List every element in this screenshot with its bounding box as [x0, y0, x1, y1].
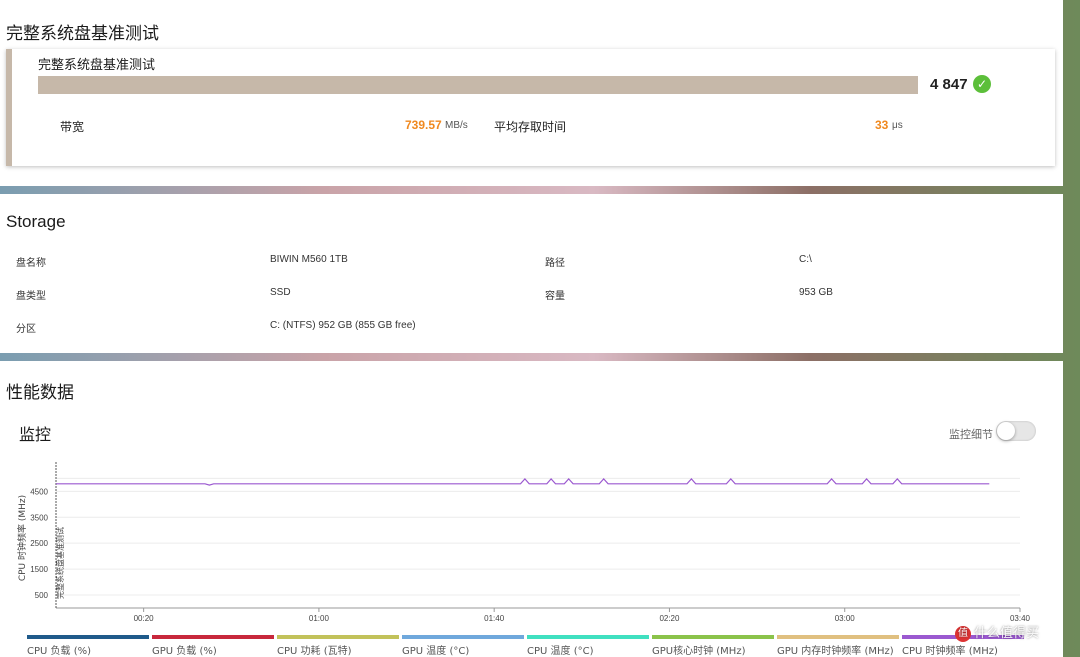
- storage-panel: Storage 盘名称 BIWIN M560 1TB 路径 C:\ 盘类型 SS…: [0, 194, 1063, 353]
- benchmark-section-title: 完整系统盘基准测试: [6, 24, 159, 44]
- legend-item[interactable]: CPU 负载 (%): [27, 635, 149, 657]
- y-tick-label: 4500: [30, 487, 48, 496]
- drive-path-label: 路径: [545, 258, 565, 269]
- legend-swatch: [652, 635, 774, 639]
- legend-item[interactable]: GPU 内存时钟频率 (MHz): [777, 635, 899, 657]
- y-tick-label: 500: [35, 591, 49, 600]
- score-card-title: 完整系统盘基准测试: [38, 58, 156, 73]
- toggle-knob[interactable]: [997, 422, 1015, 440]
- monitor-title: 监控: [19, 425, 52, 444]
- y-tick-label: 3500: [30, 513, 48, 522]
- legend-label: CPU 负载 (%): [27, 646, 91, 657]
- series-line: [56, 477, 990, 486]
- partition-label: 分区: [16, 324, 36, 335]
- legend-label: CPU 功耗 (瓦特): [277, 646, 352, 657]
- legend-swatch: [777, 635, 899, 639]
- legend-item[interactable]: GPU核心时钟 (MHz): [652, 635, 774, 657]
- monitor-chart: 500 1500 2500 3500 4500 00:20 01:00 01:40 02:20 0…: [16, 462, 1031, 623]
- score-card: 完整系统盘基准测试 4 847 ✓ 带宽 739.57 MB/s 平均存取时间 …: [6, 49, 1055, 166]
- legend-swatch: [27, 635, 149, 639]
- drive-name-label: 盘名称: [16, 258, 46, 269]
- legend-label: GPU 温度 (°C): [402, 646, 470, 657]
- performance-section-title: 性能数据: [6, 383, 74, 403]
- monitor-detail-toggle[interactable]: [996, 421, 1036, 441]
- performance-panel: 性能数据 监控 监控细节 500 1500 2500 3500 4500 00:20 01:…: [0, 361, 1063, 657]
- x-tick-label: 00:20: [134, 614, 155, 623]
- legend-item[interactable]: CPU 温度 (°C): [527, 635, 649, 657]
- drive-name-value: BIWIN M560 1TB: [270, 254, 348, 265]
- legend-item[interactable]: CPU 功耗 (瓦特): [277, 635, 399, 657]
- x-tick-label: 02:20: [659, 614, 680, 623]
- score-bar: [38, 76, 918, 94]
- legend-item[interactable]: GPU 负载 (%): [152, 635, 274, 657]
- check-icon: ✓: [973, 75, 991, 93]
- bandwidth-label: 带宽: [60, 120, 85, 134]
- watermark: 值什么值得买: [955, 622, 1039, 642]
- y-tick-label: 2500: [30, 539, 48, 548]
- watermark-logo: 值: [955, 625, 971, 642]
- latency-value: 33: [875, 118, 889, 132]
- legend-label: GPU 内存时钟频率 (MHz): [777, 646, 894, 657]
- bandwidth-value: 739.57: [405, 118, 442, 132]
- monitor-detail-label: 监控细节: [949, 428, 993, 441]
- legend-label: GPU核心时钟 (MHz): [652, 646, 746, 657]
- y-tick-label: 1500: [30, 565, 48, 574]
- storage-section-title: Storage: [6, 212, 66, 231]
- legend-label: CPU 时钟频率 (MHz): [902, 646, 998, 657]
- legend-swatch: [527, 635, 649, 639]
- drive-path-value: C:\: [799, 254, 812, 265]
- benchmark-marker-label: 完整系统盘基准测试: [55, 527, 65, 599]
- drive-type-label: 盘类型: [16, 291, 46, 302]
- partition-value: C: (NTFS) 952 GB (855 GB free): [270, 320, 416, 331]
- y-axis-label: CPU 时钟频率 (MHz): [16, 495, 28, 581]
- latency-label: 平均存取时间: [494, 120, 567, 134]
- watermark-text: 什么值得买: [974, 626, 1040, 641]
- legend-swatch: [402, 635, 524, 639]
- latency-unit: μs: [892, 120, 903, 131]
- legend-label: GPU 负载 (%): [152, 646, 217, 657]
- x-tick-label: 01:00: [309, 614, 330, 623]
- x-tick-label: 01:40: [484, 614, 505, 623]
- benchmark-panel: 完整系统盘基准测试 完整系统盘基准测试 4 847 ✓ 带宽 739.57 MB…: [0, 0, 1063, 186]
- legend-label: CPU 温度 (°C): [527, 646, 594, 657]
- score-value: 4 847: [930, 76, 968, 93]
- bandwidth-unit: MB/s: [445, 120, 468, 131]
- drive-capacity-label: 容量: [545, 291, 565, 302]
- x-tick-label: 03:00: [835, 614, 856, 623]
- legend-item[interactable]: GPU 温度 (°C): [402, 635, 524, 657]
- legend-swatch: [152, 635, 274, 639]
- drive-type-value: SSD: [270, 287, 291, 298]
- legend-swatch: [277, 635, 399, 639]
- drive-capacity-value: 953 GB: [799, 287, 833, 298]
